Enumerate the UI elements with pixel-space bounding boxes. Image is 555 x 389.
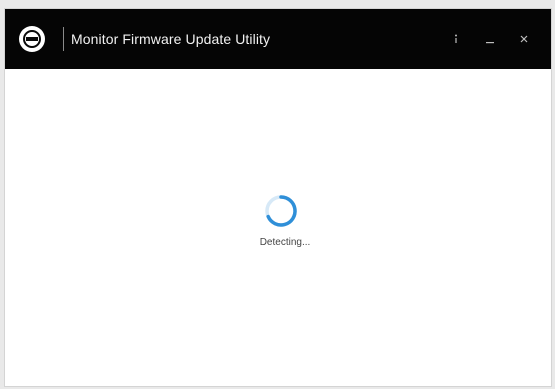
minimize-button[interactable] (473, 31, 507, 47)
info-icon (455, 34, 457, 43)
window-title: Monitor Firmware Update Utility (71, 31, 271, 47)
minimize-icon (486, 42, 494, 44)
title-separator (63, 27, 64, 51)
loading-spinner-icon (265, 195, 297, 227)
status-text: Detecting... (259, 237, 311, 248)
info-button[interactable] (439, 31, 473, 47)
content-area: Detecting... (5, 69, 551, 386)
close-icon (520, 35, 528, 43)
title-bar[interactable]: Monitor Firmware Update Utility (5, 9, 551, 69)
close-button[interactable] (507, 31, 541, 47)
window-controls (439, 31, 541, 47)
dell-logo-icon (19, 26, 45, 52)
app-window: Monitor Firmware Update Utility Detectin… (4, 8, 552, 387)
